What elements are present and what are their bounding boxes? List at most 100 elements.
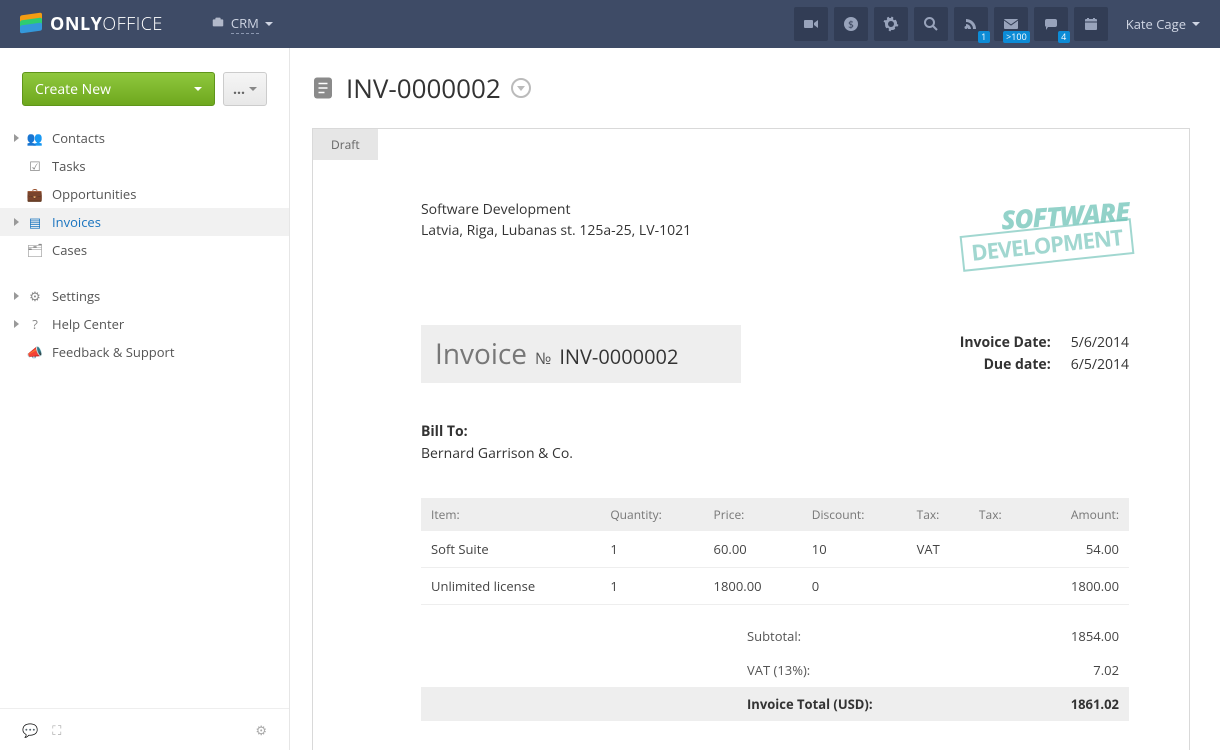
gear-icon: ⚙: [26, 287, 44, 305]
briefcase-icon: 💼: [26, 185, 44, 203]
items-table: Item: Quantity: Price: Discount: Tax: Ta…: [421, 498, 1129, 605]
nav-label: Settings: [52, 287, 100, 305]
svg-text:$: $: [848, 17, 854, 31]
dollar-icon[interactable]: $: [834, 7, 868, 41]
chat-icon[interactable]: 💬: [22, 721, 38, 739]
cell-amount: 1800.00: [1031, 567, 1129, 604]
nav-label: Contacts: [52, 129, 105, 147]
gear-icon[interactable]: ⚙: [255, 721, 267, 739]
total-label: Invoice Total (USD):: [421, 687, 1038, 721]
nav-contacts[interactable]: 👥 Contacts: [0, 124, 289, 152]
total-value: 1861.02: [1038, 687, 1129, 721]
subtotal-label: Subtotal:: [421, 619, 1038, 653]
cell-tax: VAT: [907, 531, 969, 568]
due-label: Due date:: [941, 354, 1051, 376]
company-logo: SOFTWARE DEVELOPMENT: [949, 199, 1129, 275]
feed-badge: 1: [978, 31, 990, 43]
cell-tax2: [969, 531, 1031, 568]
cell-tax: [907, 567, 969, 604]
create-new-button[interactable]: Create New: [22, 72, 215, 106]
brand-bold: ONLY: [50, 12, 102, 36]
more-label: ...: [233, 80, 245, 99]
nav-label: Cases: [52, 241, 87, 259]
nav-label: Feedback & Support: [52, 343, 175, 361]
invoice-word: Invoice: [435, 335, 527, 373]
number-label: №: [535, 347, 551, 369]
caret-down-icon: [265, 22, 273, 26]
nav-secondary: ⚙ Settings ?Help Center 📣 Feedback & Suppo…: [0, 282, 289, 366]
table-row: Unlimited license11800.0001800.00: [421, 567, 1129, 604]
col-tax: Tax:: [907, 498, 969, 531]
col-discount: Discount:: [802, 498, 907, 531]
nav-help[interactable]: ?Help Center: [0, 310, 289, 338]
nav-opportunities[interactable]: 💼 Opportunities: [0, 180, 289, 208]
col-item: Item:: [421, 498, 600, 531]
caret-down-icon: [194, 87, 202, 91]
company-block: Software Development Latvia, Riga, Luban…: [421, 199, 691, 241]
cell-price: 1800.00: [704, 567, 802, 604]
logo[interactable]: ONLYOFFICE: [20, 12, 163, 36]
nav-label: Help Center: [52, 315, 124, 333]
expand-icon[interactable]: ⛶: [52, 721, 61, 739]
col-amount: Amount:: [1031, 498, 1129, 531]
brand-rest: OFFICE: [102, 12, 163, 36]
invoice-preview: Draft Software Development Latvia, Riga,…: [312, 128, 1190, 750]
company-name: Software Development: [421, 199, 691, 220]
cell-tax2: [969, 567, 1031, 604]
page-actions-menu[interactable]: [511, 78, 531, 98]
nav-invoices[interactable]: ▤ Invoices: [0, 208, 289, 236]
talk-icon[interactable]: 4: [1034, 7, 1068, 41]
gear-icon[interactable]: [874, 7, 908, 41]
date-value: 5/6/2014: [1071, 333, 1129, 352]
module-name: CRM: [231, 14, 259, 34]
mail-icon[interactable]: >100: [994, 7, 1028, 41]
col-price: Price:: [704, 498, 802, 531]
top-actions: $ 1 >100 4: [794, 7, 1108, 41]
check-icon: ☑: [26, 157, 44, 175]
cell-qty: 1: [600, 531, 703, 568]
logo-icon: [20, 14, 44, 34]
col-qty: Quantity:: [600, 498, 703, 531]
nav-feedback[interactable]: 📣 Feedback & Support: [0, 338, 289, 366]
user-name: Kate Cage: [1126, 15, 1186, 33]
subtotal-value: 1854.00: [1038, 619, 1129, 653]
module-selector[interactable]: CRM: [211, 14, 273, 34]
cell-item: Unlimited license: [421, 567, 600, 604]
nav-cases[interactable]: 🗂 Cases: [0, 236, 289, 264]
nav-label: Opportunities: [52, 185, 136, 203]
calendar-icon[interactable]: [1074, 7, 1108, 41]
megaphone-icon: 📣: [26, 343, 44, 361]
document-icon: ▤: [26, 213, 44, 231]
video-icon[interactable]: [794, 7, 828, 41]
col-tax2: Tax:: [969, 498, 1031, 531]
topbar: ONLYOFFICE CRM $ 1 >100 4 Kate Cage: [0, 0, 1220, 48]
billto-label: Bill To:: [421, 422, 468, 441]
vat-label: VAT (13%):: [421, 653, 1038, 687]
create-new-label: Create New: [35, 80, 111, 99]
due-value: 6/5/2014: [1071, 355, 1129, 374]
more-button[interactable]: ...: [223, 72, 267, 106]
nav-primary: 👥 Contacts ☑Tasks 💼 Opportunities ▤ Invoice…: [0, 124, 289, 264]
page-title: INV-0000002: [346, 70, 501, 106]
content: INV-0000002 Draft Software Development L…: [290, 48, 1220, 750]
nav-tasks[interactable]: ☑Tasks: [0, 152, 289, 180]
invoice-dates: Invoice Date: 5/6/2014 Due date: 6/5/2014: [941, 332, 1129, 377]
cell-amount: 54.00: [1031, 531, 1129, 568]
caret-down-icon: [249, 87, 257, 91]
briefcase-icon: [211, 15, 225, 33]
invoice-number-badge: Invoice № INV-0000002: [421, 325, 741, 383]
feed-icon[interactable]: 1: [954, 7, 988, 41]
nav-label: Invoices: [52, 213, 101, 231]
people-icon: 👥: [26, 129, 44, 147]
search-icon[interactable]: [914, 7, 948, 41]
nav-settings[interactable]: ⚙ Settings: [0, 282, 289, 310]
bill-to: Bill To: Bernard Garrison & Co.: [421, 421, 1129, 466]
talk-badge: 4: [1058, 31, 1070, 43]
user-menu[interactable]: Kate Cage: [1126, 15, 1200, 33]
date-label: Invoice Date:: [941, 332, 1051, 354]
billto-value: Bernard Garrison & Co.: [421, 444, 573, 463]
table-row: Soft Suite160.0010VAT54.00: [421, 531, 1129, 568]
cell-qty: 1: [600, 567, 703, 604]
sidebar: Create New ... 👥 Contacts ☑Tasks 💼 Opportu…: [0, 48, 290, 750]
folder-icon: 🗂: [26, 241, 44, 259]
